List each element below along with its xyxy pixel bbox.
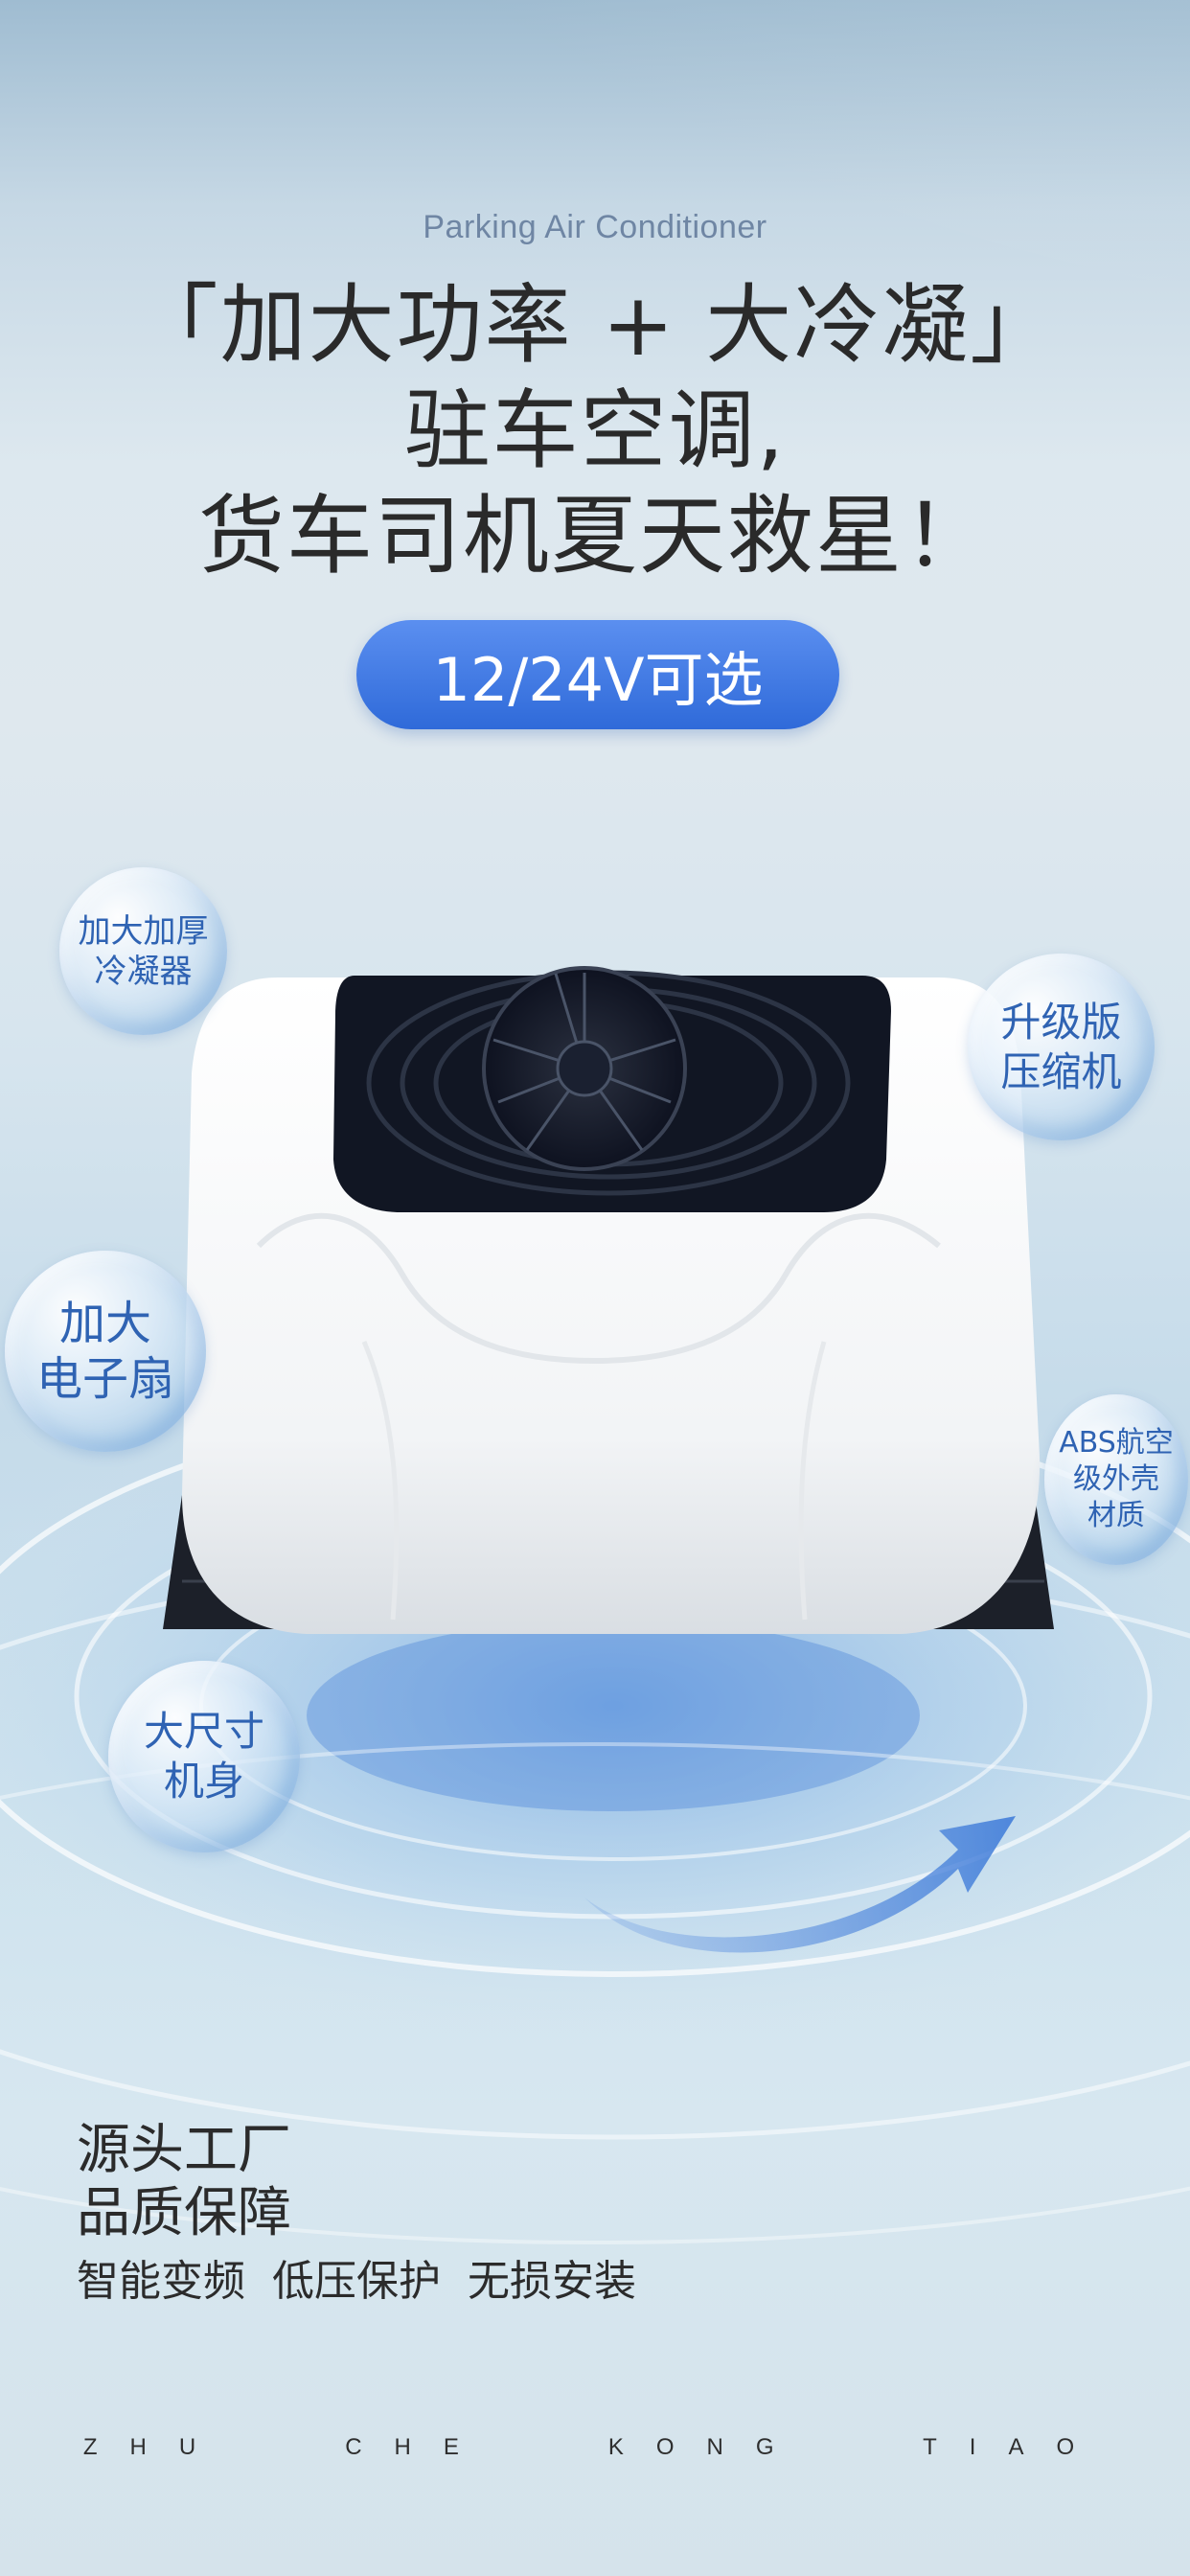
- feature-bubble-fan: 加大 电子扇: [5, 1251, 206, 1452]
- headline-line-1: 「加大功率 + 大冷凝」: [131, 275, 1059, 376]
- bottom-claim-factory: 源头工厂: [77, 2119, 291, 2181]
- headline-line-2: 驻车空调,: [403, 380, 787, 481]
- voltage-option-badge: 12/24V可选: [356, 620, 839, 729]
- feature-bubble-shell: ABS航空 级外壳 材质: [1044, 1394, 1188, 1565]
- feature-bubble-compressor: 升级版 压缩机: [968, 954, 1155, 1140]
- footer-pinyin-text: ZHU CHE KONG TIAO: [82, 2434, 1108, 2460]
- feature-bubble-body-size: 大尺寸 机身: [108, 1661, 300, 1852]
- feature-label-shell: ABS航空 级外壳 材质: [1059, 1426, 1174, 1532]
- feature-label-condenser: 加大加厚 冷凝器: [78, 911, 209, 991]
- feature-label-compressor: 升级版 压缩机: [1000, 998, 1122, 1095]
- bottom-claim-quality: 品质保障: [77, 2182, 291, 2244]
- bottom-feature-list: 智能变频 低压保护 无损安装: [77, 2257, 636, 2306]
- feature-label-body-size: 大尺寸 机身: [143, 1708, 264, 1805]
- feature-bubble-condenser: 加大加厚 冷凝器: [59, 867, 227, 1035]
- air-conditioner-product-image: [163, 966, 1054, 1634]
- product-subtitle: Parking Air Conditioner: [423, 209, 767, 245]
- feature-label-fan: 加大 电子扇: [35, 1297, 174, 1406]
- headline-line-3: 货车司机夏天救星！: [198, 486, 992, 586]
